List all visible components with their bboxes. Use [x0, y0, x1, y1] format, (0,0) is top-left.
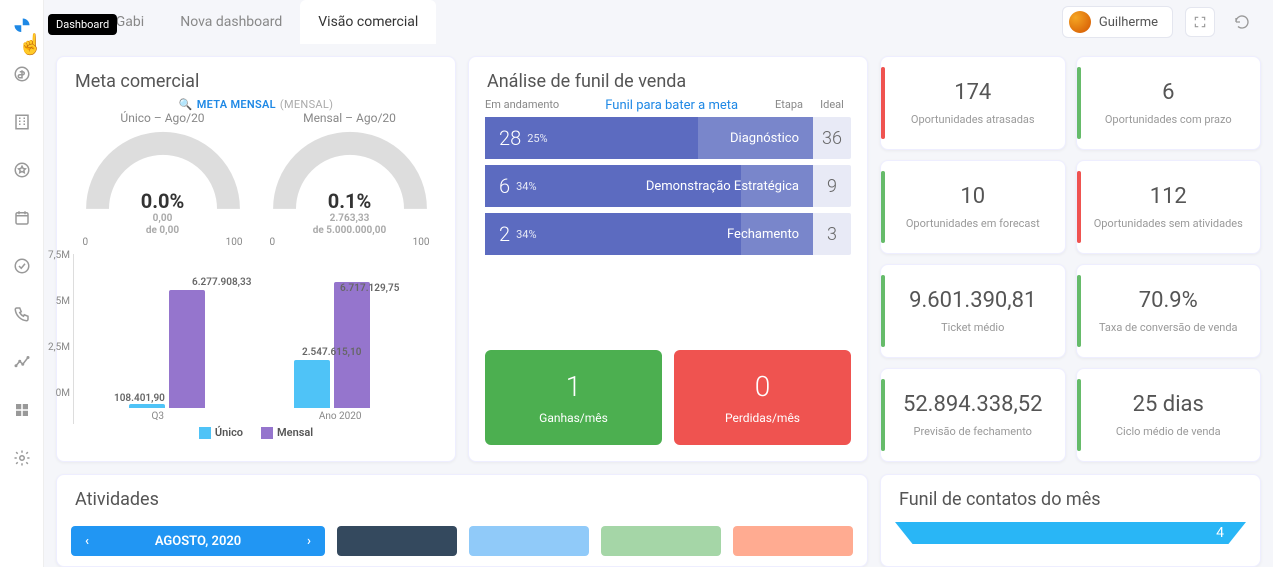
nav-company[interactable]: [8, 108, 36, 136]
bar-ano-mensal: [334, 282, 370, 408]
nav-star[interactable]: [8, 156, 36, 184]
chevron-left-icon[interactable]: ‹: [85, 534, 89, 549]
month-selector[interactable]: ‹ AGOSTO, 2020 ›: [71, 526, 325, 556]
fullscreen-button[interactable]: [1185, 7, 1215, 37]
funil-row[interactable]: 234%Fechamento 3: [485, 213, 851, 255]
kpi-card: 52.894.338,52 Previsão de fechamento: [880, 368, 1066, 462]
chevron-right-icon[interactable]: ›: [307, 534, 311, 549]
refresh-button[interactable]: [1227, 7, 1257, 37]
activity-block[interactable]: [733, 526, 853, 556]
atividades-card: Atividades ‹ AGOSTO, 2020 ›: [56, 474, 868, 567]
bar-chart: 7,5M 5M 2,5M 0M 108.401,90 6.277.908,33 …: [57, 248, 455, 449]
meta-comercial-card: Meta comercial 🔍 META MENSAL (MENSAL) Ún…: [56, 56, 456, 462]
funnel-stage-1: 4: [895, 522, 1246, 544]
contatos-card: Funil de contatos do mês 4: [880, 474, 1261, 567]
meta-subtitle[interactable]: 🔍 META MENSAL (MENSAL): [57, 98, 455, 111]
ganhas-card: 1 Ganhas/mês: [485, 350, 662, 445]
avatar: [1069, 11, 1091, 33]
topbar: ★Dash Gabi Nova dashboard Visão comercia…: [44, 0, 1273, 44]
kpi-card: 70.9% Taxa de conversão de venda: [1076, 264, 1262, 358]
dashboard-tooltip: Dashboard: [48, 14, 117, 35]
kpi-card: 25 dias Ciclo médio de venda: [1076, 368, 1262, 462]
kpi-card: 9.601.390,81 Ticket médio: [880, 264, 1066, 358]
kpi-card: 6 Oportunidades com prazo: [1076, 56, 1262, 150]
activity-block[interactable]: [337, 526, 457, 556]
nav-check[interactable]: [8, 252, 36, 280]
kpi-card: 112 Oportunidades sem atividades: [1076, 160, 1262, 254]
kpi-card: 10 Oportunidades em forecast: [880, 160, 1066, 254]
tab-nova-dashboard[interactable]: Nova dashboard: [162, 0, 300, 44]
tab-visao-comercial[interactable]: Visão comercial: [300, 0, 436, 44]
contatos-title: Funil de contatos do mês: [881, 475, 1260, 516]
kpi-grid: 174 Oportunidades atrasadas 6 Oportunida…: [880, 56, 1261, 462]
bar-q3-unico: [129, 404, 165, 408]
nav-analytics[interactable]: [8, 348, 36, 376]
funil-card: Análise de funil de venda Em andamento F…: [468, 56, 868, 462]
nav-money[interactable]: [8, 60, 36, 88]
gauge-mensal: Mensal – Ago/20 0.1% 2.763,33 de 5.000.0…: [260, 111, 440, 248]
nav-phone[interactable]: [8, 300, 36, 328]
funil-title: Análise de funil de venda: [469, 57, 867, 98]
kpi-card: 174 Oportunidades atrasadas: [880, 56, 1066, 150]
user-menu[interactable]: Guilherme: [1062, 6, 1173, 38]
funil-row[interactable]: 634%Demonstração Estratégica 9: [485, 165, 851, 207]
bar-ano-unico: [294, 360, 330, 408]
activity-block[interactable]: [601, 526, 721, 556]
legend-unico[interactable]: Único: [199, 426, 243, 439]
funil-row[interactable]: 2825%Diagnóstico 36: [485, 117, 851, 159]
gauge-unico: Único – Ago/20 0.0% 0,00 de 0,00 0100: [73, 111, 253, 248]
perdidas-card: 0 Perdidas/mês: [674, 350, 851, 445]
cursor-icon: ☝️: [18, 32, 43, 56]
nav-settings[interactable]: [8, 444, 36, 472]
atividades-title: Atividades: [57, 475, 867, 516]
nav-calendar[interactable]: [8, 204, 36, 232]
meta-title: Meta comercial: [57, 57, 455, 98]
activity-block[interactable]: [469, 526, 589, 556]
user-name: Guilherme: [1099, 15, 1158, 30]
bar-q3-mensal: [169, 290, 205, 408]
search-icon: 🔍: [179, 98, 193, 111]
legend-mensal[interactable]: Mensal: [261, 426, 313, 439]
nav-apps[interactable]: [8, 396, 36, 424]
funil-link[interactable]: Funil para bater a meta: [578, 98, 765, 113]
sidebar: [0, 0, 44, 567]
